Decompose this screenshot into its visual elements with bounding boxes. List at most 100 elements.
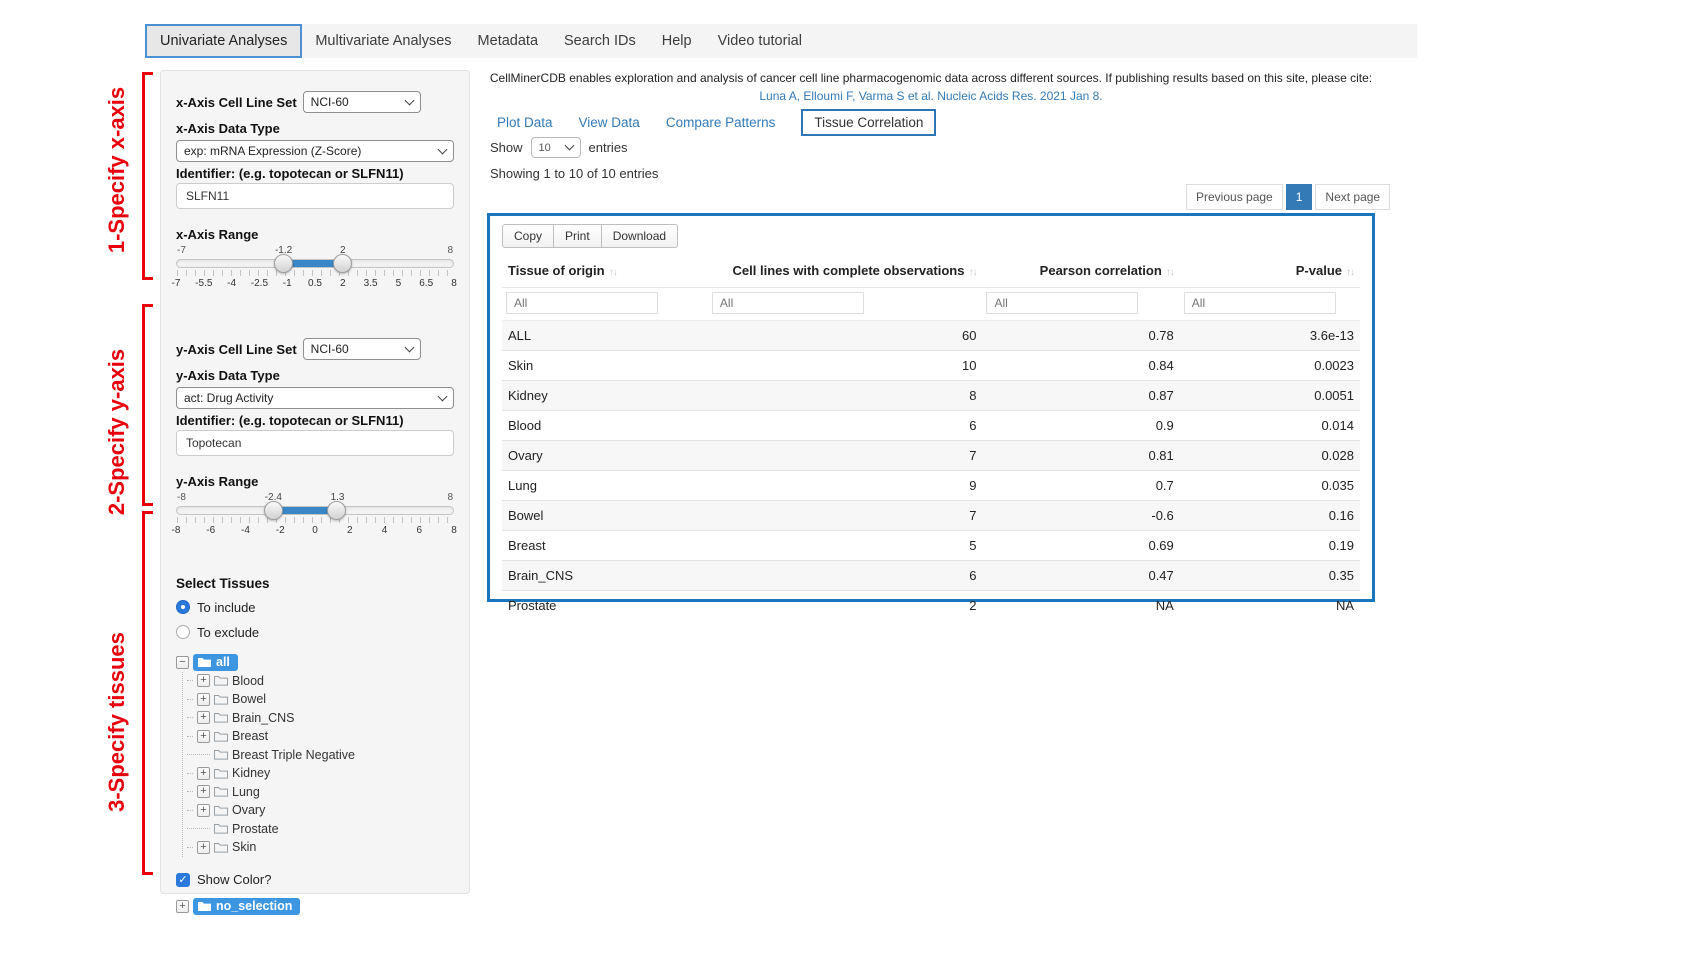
expand-icon[interactable]: + <box>197 711 210 724</box>
nav-tab-univariate-analyses[interactable]: Univariate Analyses <box>145 24 302 58</box>
y-axis-data-type-select[interactable]: act: Drug Activity <box>176 387 454 409</box>
cell-value: 5 <box>708 531 983 561</box>
x-axis-data-type-select[interactable]: exp: mRNA Expression (Z-Score) <box>176 140 454 162</box>
nav-tab-help[interactable]: Help <box>649 24 705 58</box>
tree-node-ovary[interactable]: +Ovary <box>187 801 454 820</box>
slider-tick-marks <box>177 517 453 523</box>
slider-tick-label: -5.5 <box>195 278 212 289</box>
column-header-tissue-of-origin[interactable]: Tissue of origin ↑↓ <box>502 255 708 288</box>
expand-icon[interactable]: + <box>197 767 210 780</box>
cell-tissue: Skin <box>502 351 708 381</box>
slider-min-label: -7 <box>177 245 186 256</box>
column-header-cell-lines-with-complete-observations[interactable]: Cell lines with complete observations↑↓ <box>708 255 983 288</box>
folder-icon <box>214 731 228 742</box>
slider-track[interactable] <box>176 506 454 515</box>
slider-handle-low[interactable] <box>274 254 293 273</box>
view-tab-compare-patterns[interactable]: Compare Patterns <box>666 115 776 130</box>
tree-node-label: Brain_CNS <box>232 711 295 725</box>
view-tab-tissue-correlation[interactable]: Tissue Correlation <box>801 109 936 136</box>
top-navigation: Univariate AnalysesMultivariate Analyses… <box>145 24 1417 58</box>
tree-node-kidney[interactable]: + Kidney <box>187 764 454 783</box>
radio-to-exclude[interactable]: To exclude <box>176 623 454 641</box>
tree-connector <box>187 810 193 811</box>
cellminercdb-page: Univariate AnalysesMultivariate Analyses… <box>0 0 1700 956</box>
tree-node-brain-cns[interactable]: + Brain_CNS <box>187 709 454 728</box>
table-row-brain-cns: Brain_CNS60.470.35 <box>502 561 1360 591</box>
cell-value: 7 <box>708 441 983 471</box>
folder-icon <box>214 675 228 686</box>
tree-node-no-selection-chip: no_selection <box>193 898 300 915</box>
expand-icon[interactable]: + <box>197 693 210 706</box>
y-axis-cell-line-set-select[interactable]: NCI-60 <box>303 338 421 360</box>
filter-cell-pearson-correlation <box>982 288 1179 321</box>
x-axis-cell-line-set-value: NCI-60 <box>311 95 349 109</box>
cell-value: 10 <box>708 351 983 381</box>
folder-open-icon <box>198 901 211 911</box>
collapse-icon[interactable]: − <box>176 656 189 669</box>
column-header-pearson-correlation[interactable]: Pearson correlation↑↓ <box>982 255 1179 288</box>
tree-node-bowel[interactable]: +Bowel <box>187 690 454 709</box>
settings-sidebar: x-Axis Cell Line Set NCI-60 x-Axis Data … <box>160 70 470 894</box>
show-color-checkbox-row[interactable]: ✓ Show Color? <box>176 871 454 889</box>
download-button[interactable]: Download <box>601 224 678 248</box>
cell-tissue: Ovary <box>502 441 708 471</box>
slider-handle-high[interactable] <box>333 254 352 273</box>
tree-node-breast-triple-negative[interactable]: Breast Triple Negative <box>187 746 454 765</box>
expand-icon[interactable]: + <box>197 841 210 854</box>
cell-value: NA <box>982 591 1179 621</box>
citation-link[interactable]: Luna A, Elloumi F, Varma S et al. Nuclei… <box>487 89 1375 103</box>
expand-icon[interactable]: + <box>197 785 210 798</box>
expand-icon[interactable]: + <box>197 730 210 743</box>
expand-icon[interactable]: + <box>197 674 210 687</box>
tree-node-label: Blood <box>232 674 264 688</box>
previous-page-button[interactable]: Previous page <box>1186 184 1283 210</box>
x-axis-identifier-input[interactable] <box>176 183 454 209</box>
radio-to-include[interactable]: To include <box>176 598 454 616</box>
slider-handle-low[interactable] <box>264 501 283 520</box>
y-axis-identifier-input[interactable] <box>176 430 454 456</box>
cell-value: 0.69 <box>982 531 1179 561</box>
tree-node-breast[interactable]: +Breast <box>187 727 454 746</box>
filter-input-tissue-of-origin[interactable] <box>506 292 658 314</box>
tree-node-all[interactable]: −all <box>176 653 454 672</box>
cell-value: 8 <box>708 381 983 411</box>
print-button[interactable]: Print <box>553 224 602 248</box>
filter-input-pearson-correlation[interactable] <box>986 292 1138 314</box>
tree-node-lung[interactable]: + Lung <box>187 783 454 802</box>
y-axis-data-type-value: act: Drug Activity <box>184 391 273 405</box>
page-1-button[interactable]: 1 <box>1286 184 1313 210</box>
column-header-p-value[interactable]: P-value↑↓ <box>1180 255 1360 288</box>
entries-per-page-select[interactable]: 10 <box>531 137 581 158</box>
y-axis-cell-line-set-label: y-Axis Cell Line Set <box>176 342 297 357</box>
copy-button[interactable]: Copy <box>502 224 554 248</box>
entries-label: entries <box>589 140 628 155</box>
nav-tab-video-tutorial[interactable]: Video tutorial <box>705 24 815 58</box>
x-axis-cell-line-set-select[interactable]: NCI-60 <box>303 91 421 113</box>
filter-input-cell-lines-with-complete-observations[interactable] <box>712 292 864 314</box>
filter-cell-tissue-of-origin <box>502 288 708 321</box>
column-header-label: Tissue of origin <box>508 263 605 278</box>
tree-connector <box>187 736 193 737</box>
nav-tab-search-ids[interactable]: Search IDs <box>551 24 649 58</box>
view-tab-plot-data[interactable]: Plot Data <box>497 115 553 130</box>
filter-input-p-value[interactable] <box>1184 292 1336 314</box>
slider-track[interactable] <box>176 259 454 268</box>
filter-cell-p-value <box>1180 288 1360 321</box>
sort-icon: ↑↓ <box>609 267 617 278</box>
expand-icon[interactable]: + <box>197 804 210 817</box>
tree-node-no-selection[interactable]: + no_selection <box>176 898 454 917</box>
expand-icon[interactable]: + <box>176 900 189 913</box>
table-row-ovary: Ovary70.810.028 <box>502 441 1360 471</box>
cell-value: NA <box>1180 591 1360 621</box>
tissue-tree: −all+Blood+Bowel+Brain_CNS+BreastBreast … <box>176 653 454 857</box>
nav-tab-metadata[interactable]: Metadata <box>465 24 551 58</box>
tree-node-skin[interactable]: +Skin <box>187 838 454 857</box>
tree-node-label: Lung <box>232 785 260 799</box>
nav-tab-multivariate-analyses[interactable]: Multivariate Analyses <box>302 24 464 58</box>
show-entries-row: Show 10 entries <box>490 137 628 158</box>
tree-node-blood[interactable]: + Blood <box>187 672 454 691</box>
tree-node-label: Kidney <box>232 766 270 780</box>
tree-node-prostate[interactable]: Prostate <box>187 820 454 839</box>
next-page-button[interactable]: Next page <box>1315 184 1390 210</box>
view-tab-view-data[interactable]: View Data <box>579 115 640 130</box>
